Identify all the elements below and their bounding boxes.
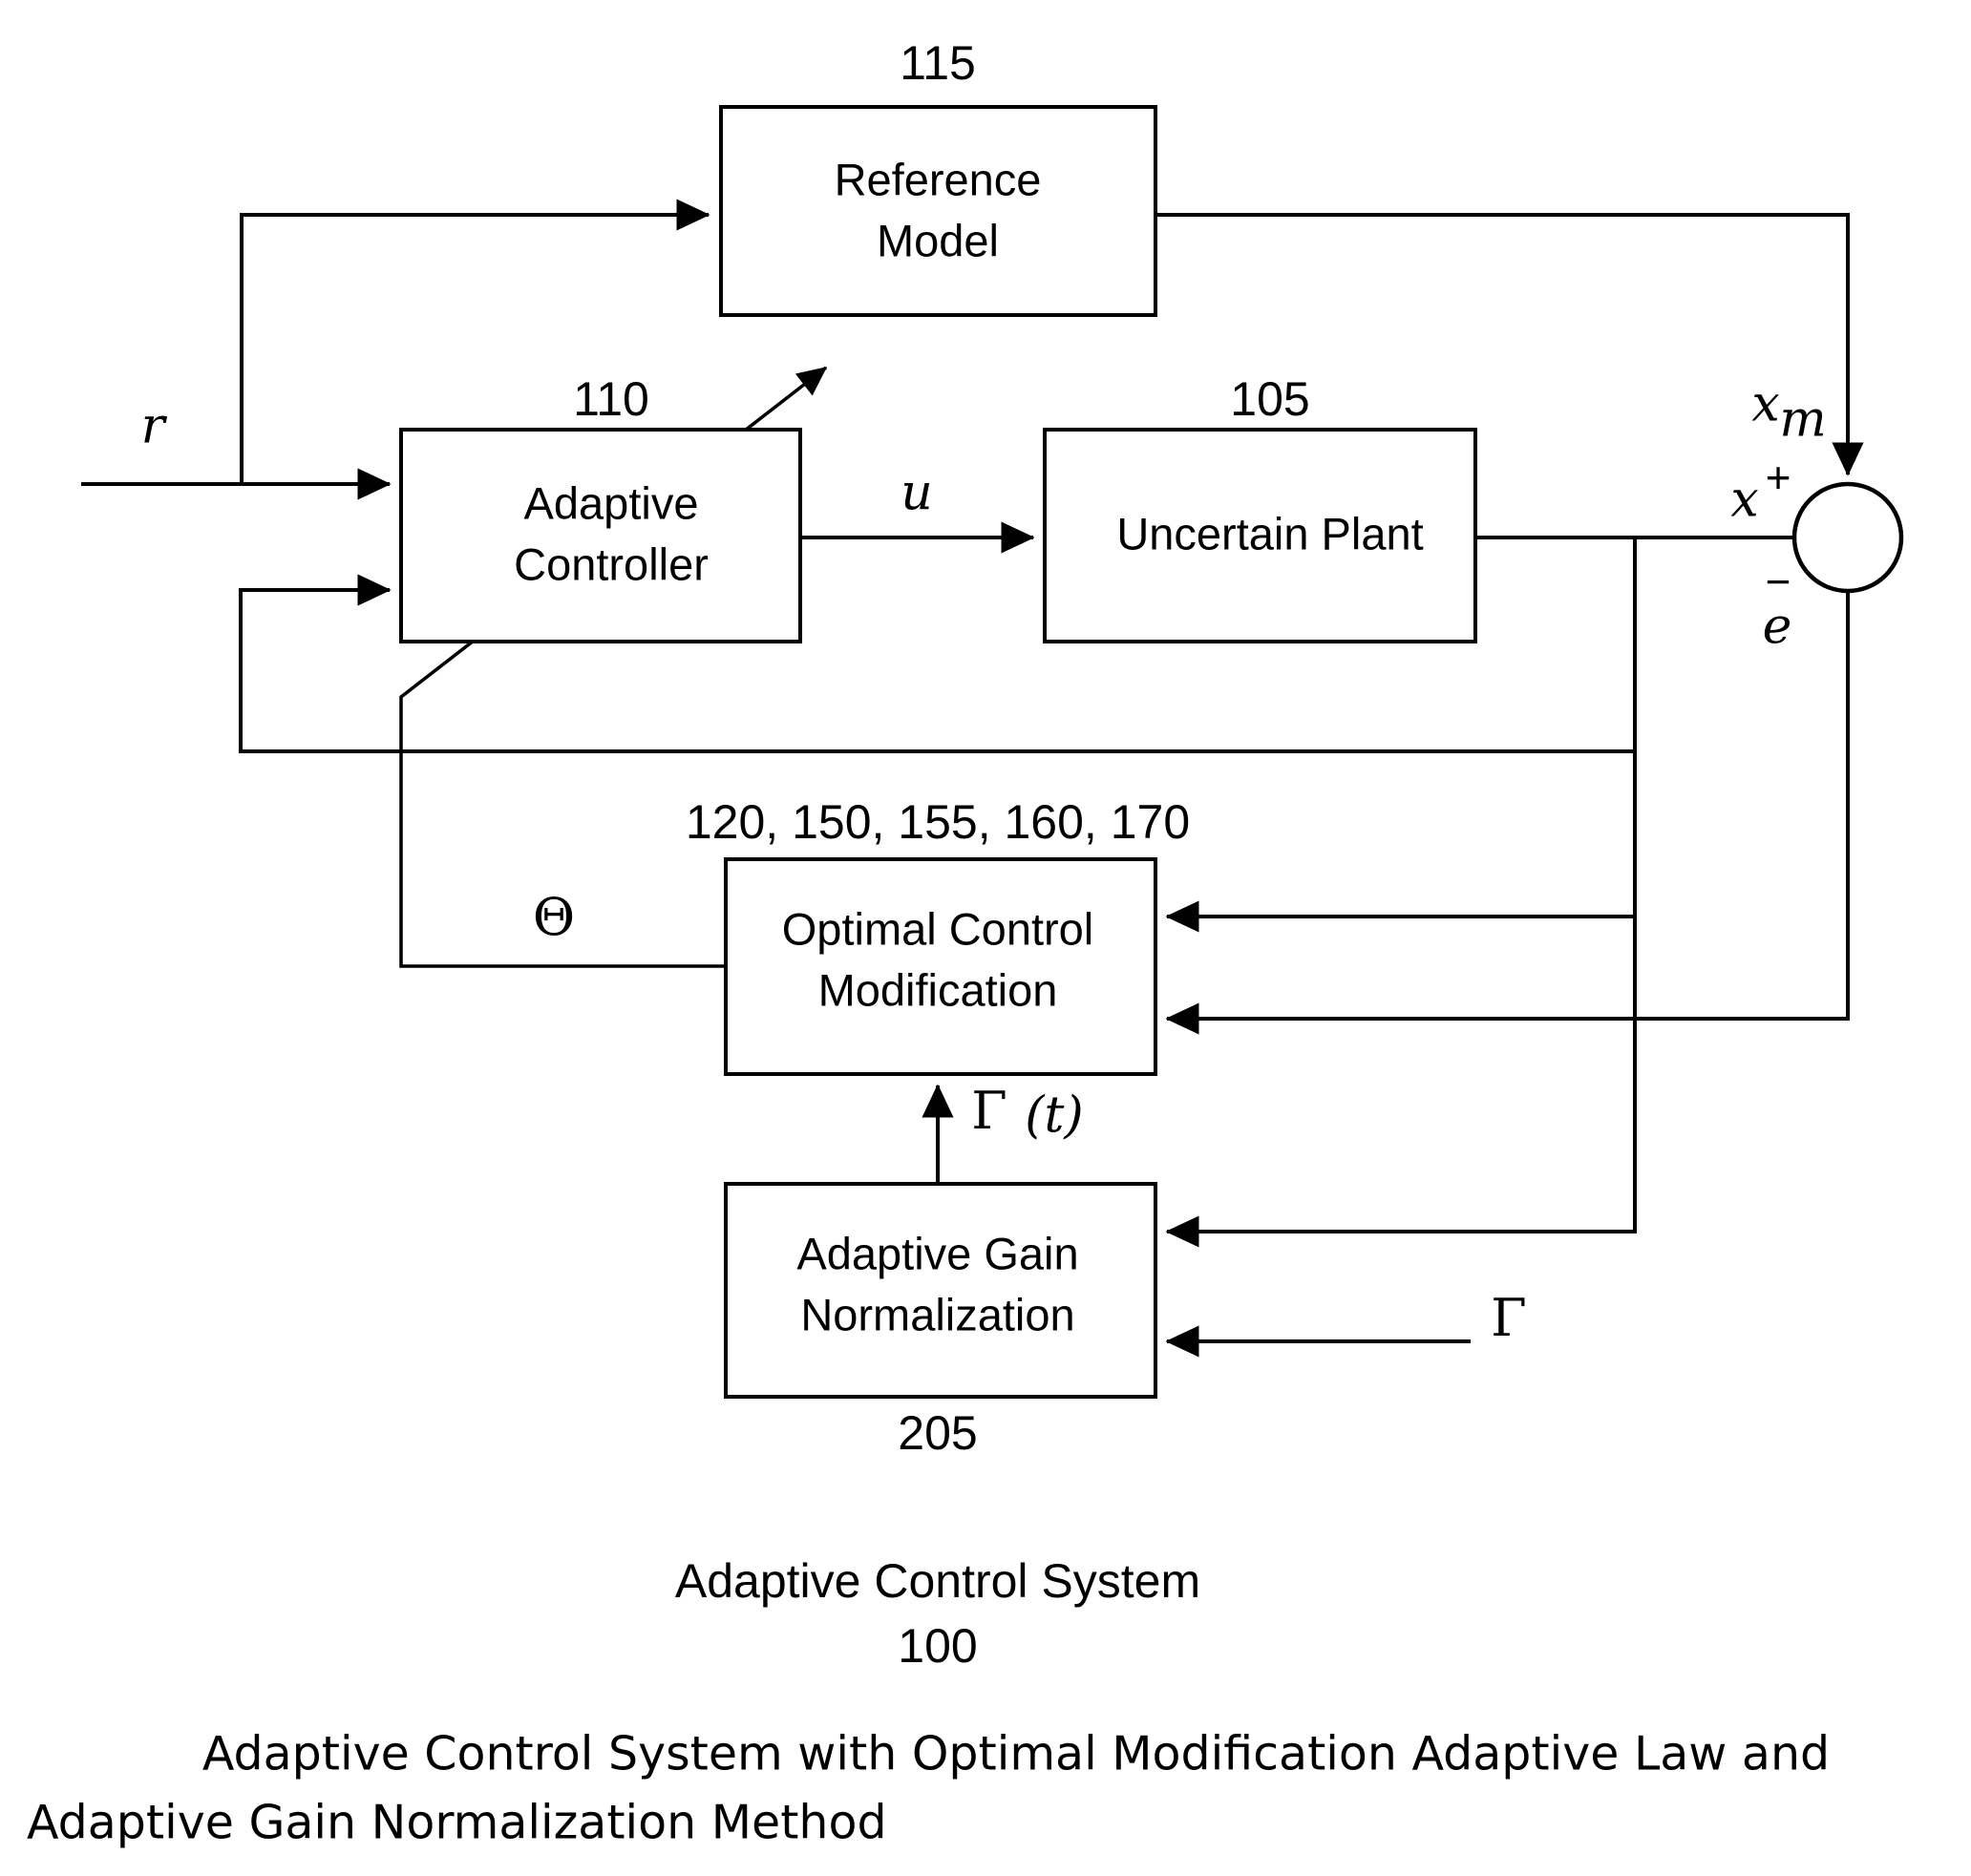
adaptive-gain-normalization-label-line2: Normalization (800, 1289, 1074, 1339)
figure-caption-line2: Adaptive Gain Normalization Method (27, 1796, 887, 1850)
uncertain-plant-ref-number: 105 (1230, 372, 1309, 426)
signal-label-xm-subscript: m (1779, 391, 1826, 449)
signal-label-r: r (141, 398, 168, 455)
reference-model-label-line2: Model (877, 215, 999, 265)
signal-label-u: u (901, 465, 933, 522)
adaptive-gain-normalization-label-line1: Adaptive Gain (796, 1228, 1078, 1278)
signal-label-xm: x m (1751, 376, 1826, 449)
optimal-control-modification-ref-number: 120, 150, 155, 160, 170 (686, 795, 1190, 849)
wire-e-to-optimal-control-modification (1165, 590, 1850, 1035)
adaptive-controller-ref-number: 110 (573, 372, 649, 426)
block-reference-model[interactable] (719, 105, 1157, 317)
optimal-control-modification-label-line1: Optimal Control (782, 903, 1094, 954)
summing-junction-plus-sign: + (1766, 453, 1791, 502)
figure-title-number: 100 (898, 1619, 977, 1673)
signal-label-theta: Θ (533, 887, 575, 947)
block-adaptive-controller[interactable] (399, 428, 802, 643)
adaptive-controller-label-line1: Adaptive (524, 477, 699, 528)
signal-label-gamma: Γ (1491, 1288, 1526, 1348)
uncertain-plant-label-line1: Uncertain Plant (1116, 508, 1423, 559)
signal-label-x: x (1730, 472, 1758, 529)
signal-label-gamma-of-t-argument: (t) (1025, 1087, 1083, 1145)
summing-junction[interactable] (1791, 481, 1904, 594)
reference-model-ref-number: 115 (900, 36, 976, 90)
figure-title-line1: Adaptive Control System (675, 1554, 1200, 1608)
signal-label-gamma-of-t-symbol: Γ (971, 1081, 1007, 1141)
signal-label-e: e (1763, 599, 1792, 656)
diagram-canvas: 115 Reference Model 110 Adaptive Control… (27, 36, 1904, 1850)
signal-label-gamma-of-t: Γ (t) (971, 1081, 1083, 1145)
optimal-control-modification-label-line2: Modification (818, 964, 1058, 1015)
reference-model-label-line1: Reference (835, 154, 1042, 204)
adaptive-gain-normalization-ref-number: 205 (898, 1406, 977, 1460)
adaptive-control-system-diagram: 115 Reference Model 110 Adaptive Control… (0, 0, 1971, 1876)
adaptive-controller-label-line2: Controller (514, 538, 709, 589)
figure-caption-line1: Adaptive Control System with Optimal Mod… (202, 1727, 1830, 1781)
signal-label-xm-base: x (1751, 376, 1779, 433)
